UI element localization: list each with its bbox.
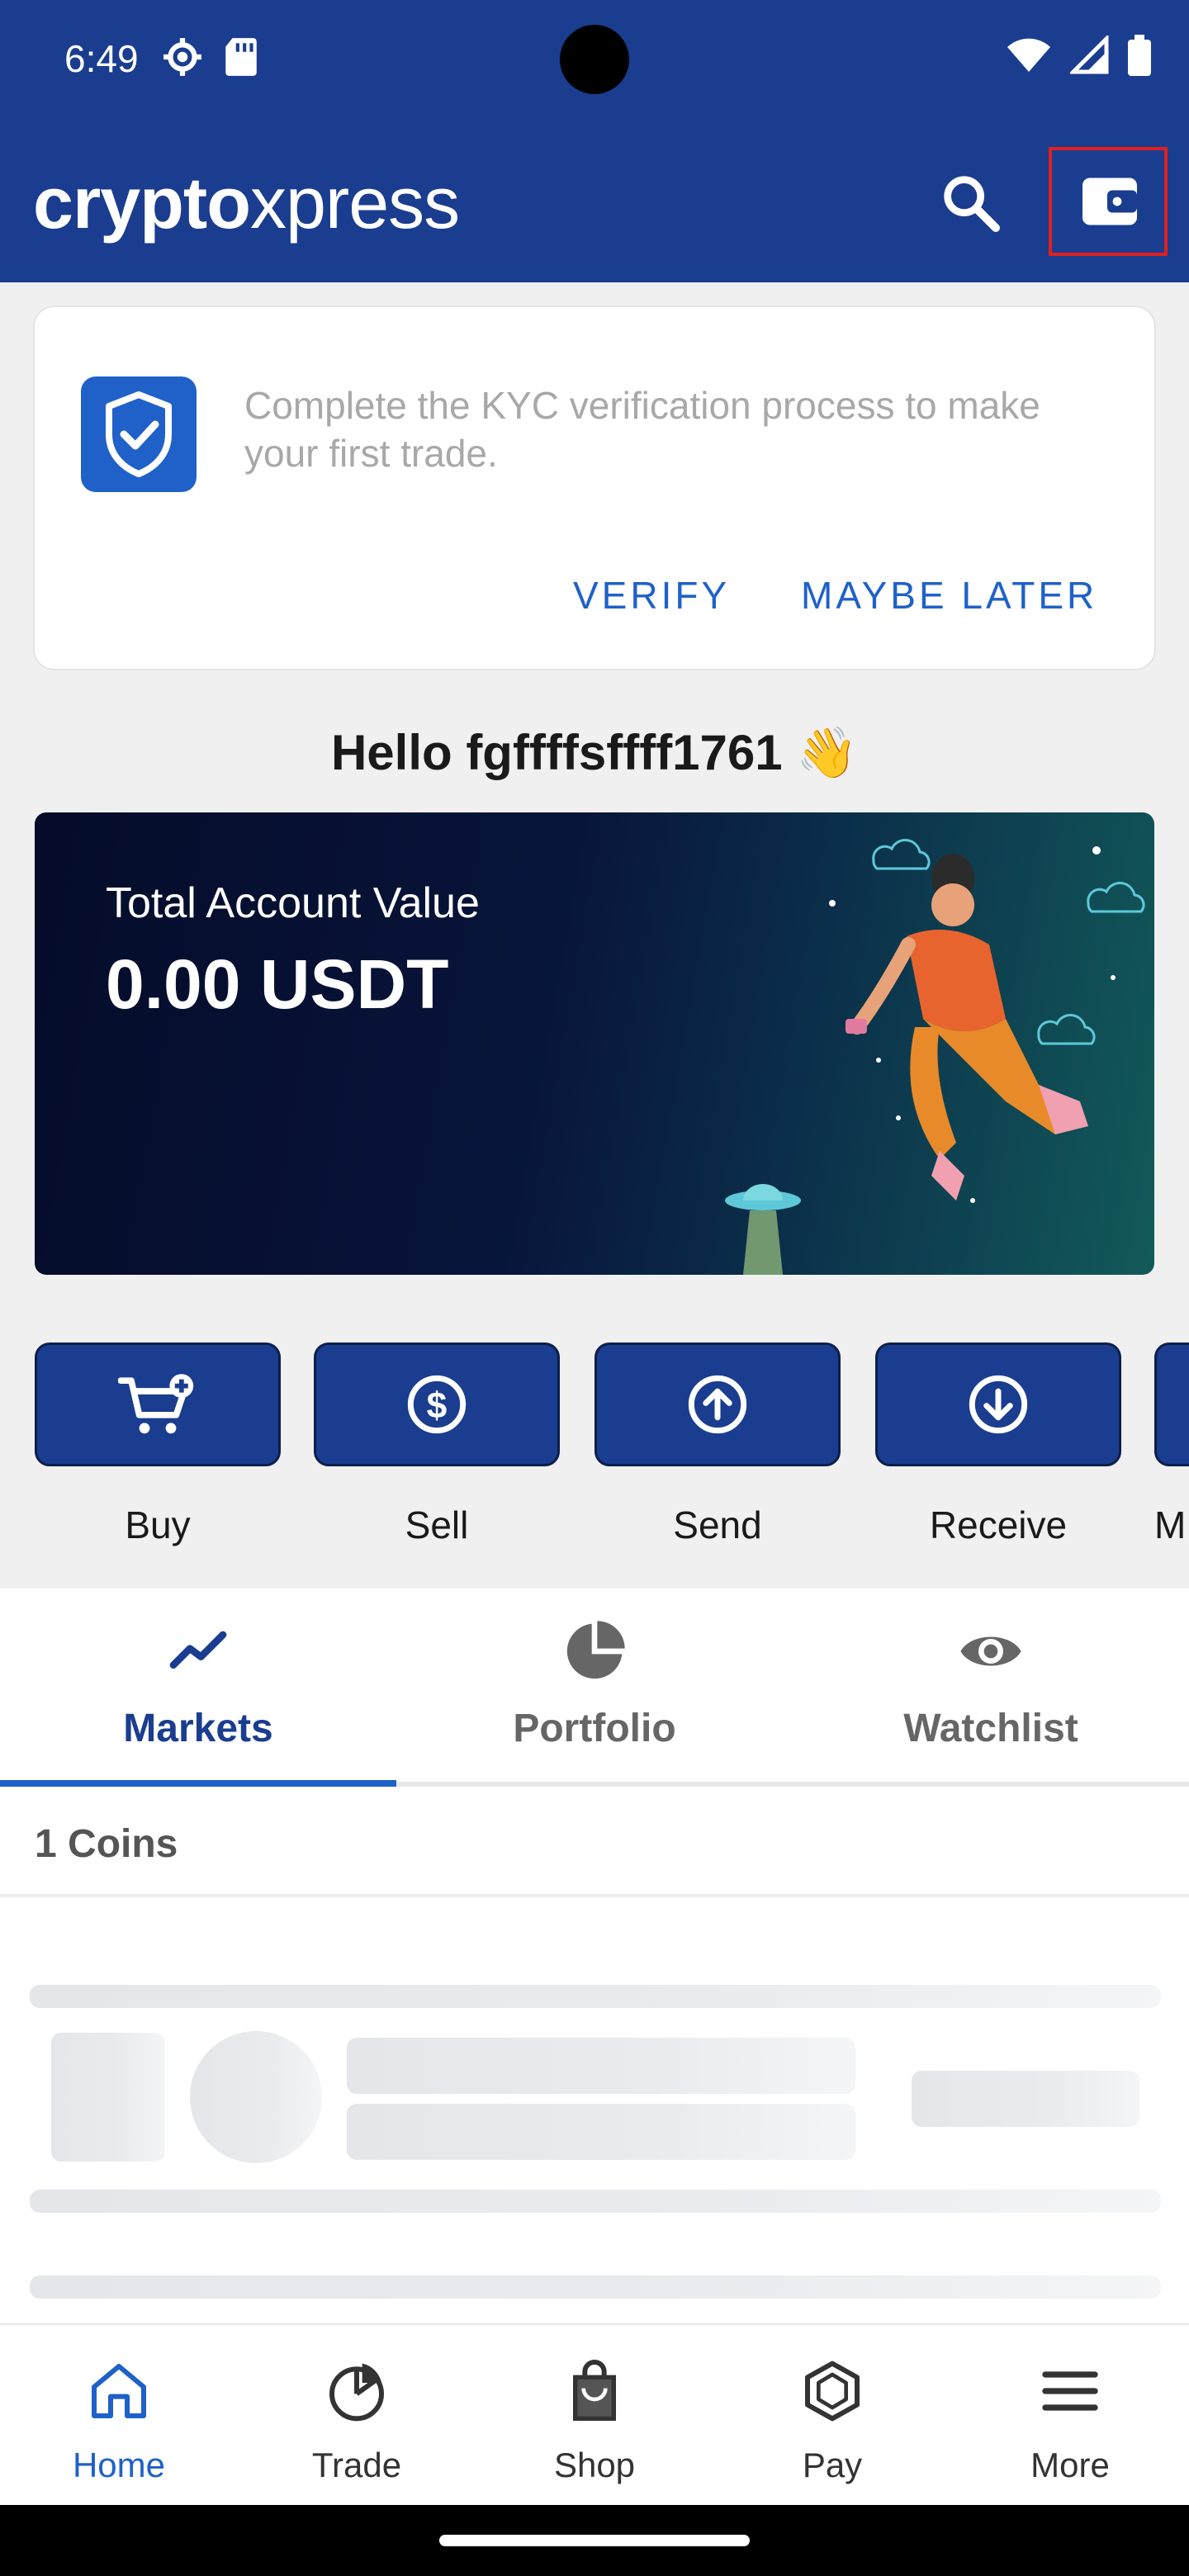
receive-button[interactable] [875, 1342, 1121, 1466]
settings-gear-icon [163, 38, 201, 76]
logo-light-text: xpress [249, 162, 460, 244]
dollar-circle-icon: $ [407, 1375, 467, 1434]
nav-pay[interactable]: Pay [713, 2325, 951, 2507]
tab-watchlist[interactable]: Watchlist [793, 1589, 1189, 1785]
trend-line-icon [169, 1631, 227, 1669]
home-gesture-handle[interactable] [439, 2535, 750, 2546]
nav-more-label: More [1030, 2446, 1110, 2484]
nav-shop[interactable]: Shop [476, 2325, 713, 2507]
nav-pay-label: Pay [802, 2446, 863, 2484]
wifi-icon [1007, 38, 1050, 72]
arrow-up-circle-icon [688, 1375, 747, 1434]
shield-check-icon [81, 376, 197, 492]
coins-divider [0, 1894, 1189, 1897]
account-value-label: Total Account Value [106, 879, 480, 927]
tab-markets-label: Markets [123, 1707, 273, 1750]
nav-home[interactable]: Home [0, 2325, 238, 2507]
receive-label: Receive [929, 1503, 1068, 1546]
app-logo: cryptoxpress [33, 162, 460, 244]
sell-label: Sell [405, 1503, 469, 1546]
send-button[interactable] [594, 1342, 841, 1466]
tab-portfolio-label: Portfolio [513, 1707, 676, 1750]
status-left-icons [162, 36, 259, 78]
trade-chart-icon [329, 2363, 384, 2422]
pie-chart-icon [566, 1621, 625, 1679]
search-icon [944, 176, 1000, 232]
nav-shop-label: Shop [553, 2446, 636, 2484]
bottom-navigation: Home Trade Shop Pay More [0, 2323, 1189, 2505]
active-tab-indicator [0, 1780, 396, 1787]
wallet-button[interactable] [1049, 147, 1168, 256]
coins-count: 1 Coins [35, 1822, 178, 1866]
skeleton-bar [30, 2190, 1161, 2213]
signal-icon [1070, 36, 1109, 74]
astronaut-girl-illustration [725, 839, 1145, 1275]
menu-icon [1042, 2371, 1098, 2411]
skeleton-block [51, 2033, 165, 2162]
buy-button[interactable] [35, 1342, 281, 1466]
eye-icon [960, 1636, 1021, 1666]
tab-markets[interactable]: Markets [0, 1589, 396, 1785]
verify-button[interactable]: VERIFY [573, 573, 730, 618]
arrow-down-circle-icon [969, 1375, 1028, 1434]
send-label: Send [673, 1503, 762, 1546]
account-value-banner[interactable]: Total Account Value 0.00 USDT [35, 812, 1154, 1275]
system-gesture-bar [0, 2505, 1189, 2576]
status-time: 6:49 [64, 37, 139, 80]
sd-card-icon [225, 38, 257, 76]
hexagon-icon [805, 2361, 860, 2422]
skeleton-avatar [190, 2031, 322, 2163]
home-icon [92, 2364, 146, 2418]
logo-bold-text: crypto [33, 162, 251, 244]
skeleton-line [347, 2038, 855, 2094]
more-action-button[interactable] [1154, 1342, 1189, 1466]
skeleton-bar [30, 1985, 1161, 2008]
skeleton-price [912, 2071, 1139, 2127]
nav-more[interactable]: More [951, 2325, 1189, 2507]
svg-text:$: $ [427, 1385, 448, 1426]
sell-button[interactable]: $ [314, 1342, 560, 1466]
shopping-bag-icon [573, 2360, 616, 2421]
front-camera [560, 25, 629, 94]
wallet-icon [1082, 178, 1137, 225]
buy-label: Buy [125, 1503, 191, 1546]
greeting-text: Hello fgffffsffff1761 👋 [330, 725, 859, 780]
cart-plus-icon [118, 1374, 194, 1434]
battery-icon [1128, 35, 1151, 76]
search-button[interactable] [938, 170, 1004, 236]
skeleton-bar [30, 2275, 1161, 2299]
more-action-label: M [1154, 1503, 1187, 1546]
status-right-icons [1006, 35, 1151, 76]
nav-home-label: Home [72, 2446, 166, 2484]
kyc-message: Complete the KYC verification process to… [244, 384, 1040, 475]
markets-panel: Markets Portfolio Watchlist 1 Coins [0, 1589, 1189, 2325]
maybe-later-button[interactable]: MAYBE LATER [801, 573, 1097, 618]
tab-portfolio[interactable]: Portfolio [396, 1589, 793, 1785]
kyc-card: Complete the KYC verification process to… [33, 305, 1156, 670]
nav-trade-label: Trade [311, 2446, 402, 2484]
nav-trade[interactable]: Trade [238, 2325, 476, 2507]
skeleton-line [347, 2104, 855, 2160]
account-value-amount: 0.00 USDT [106, 945, 449, 1023]
tab-watchlist-label: Watchlist [903, 1707, 1078, 1750]
